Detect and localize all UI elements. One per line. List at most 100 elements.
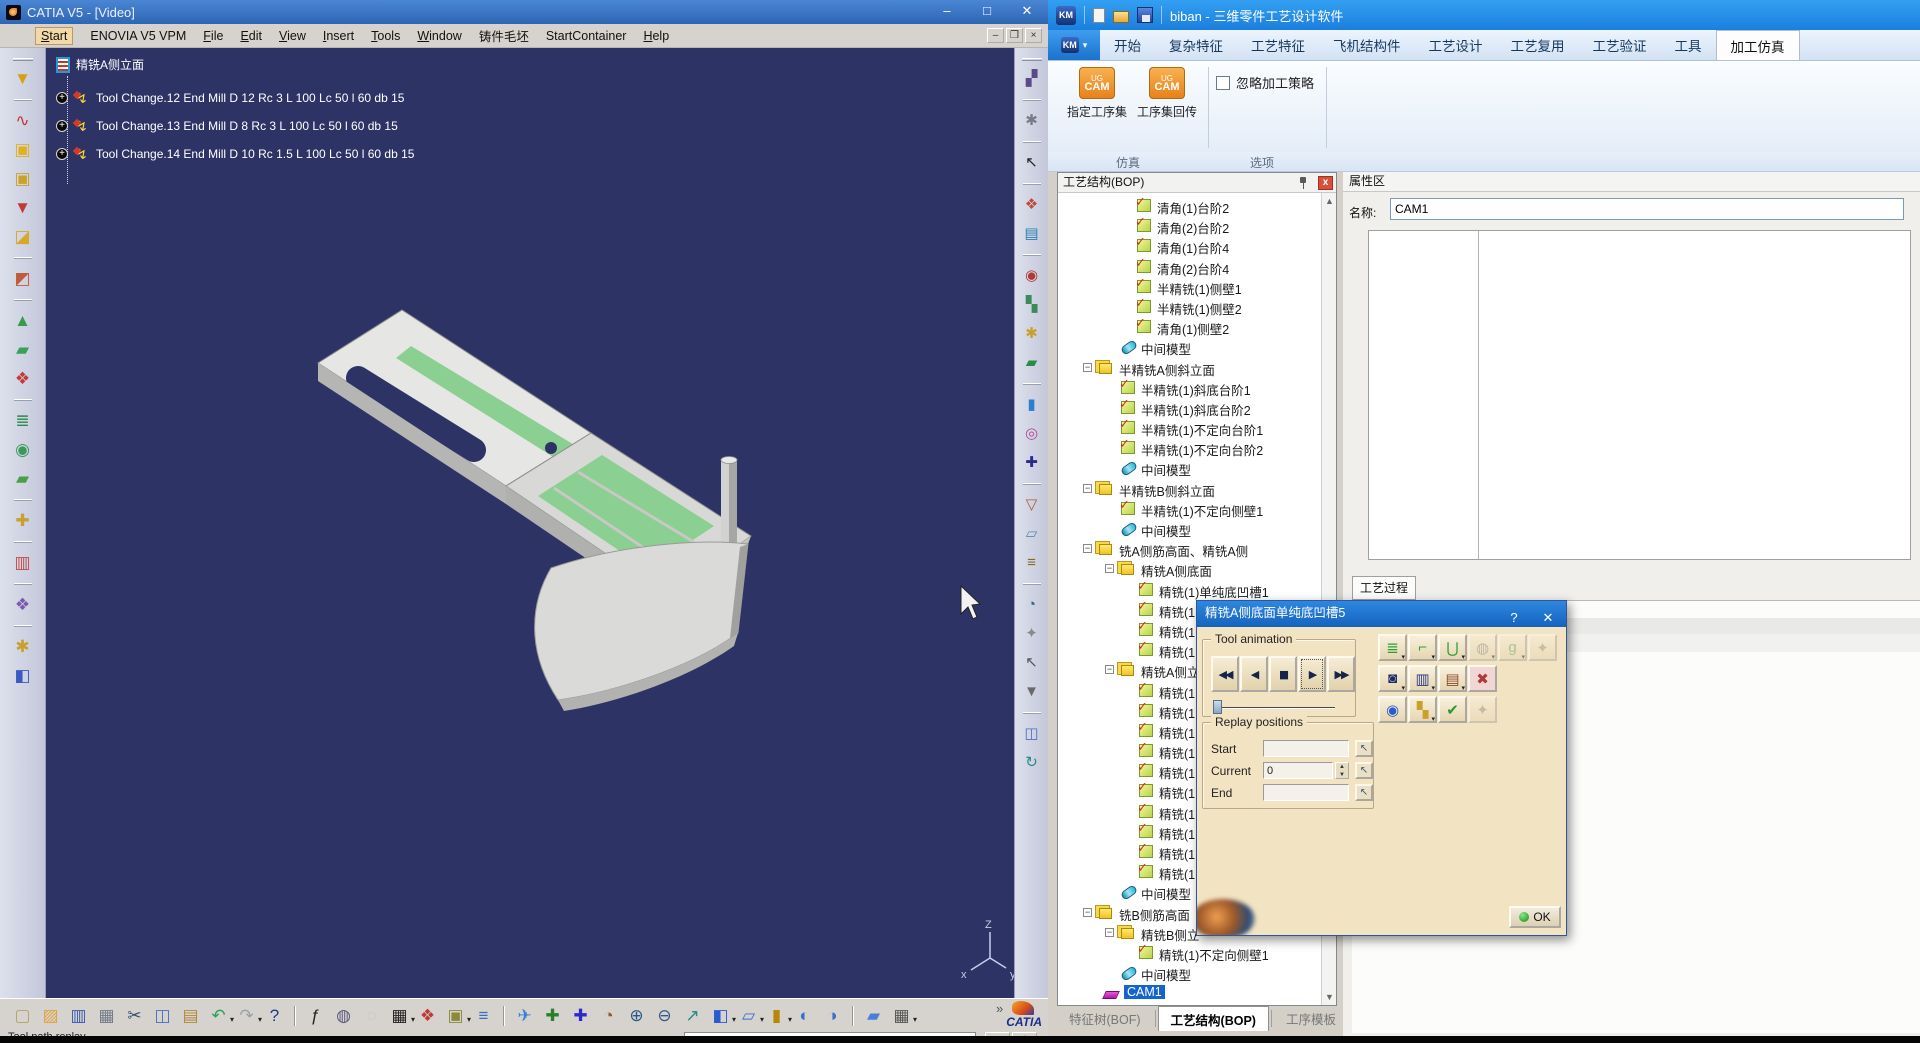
spindle-icon[interactable]: ▮ <box>1021 394 1043 416</box>
animation-slider[interactable] <box>1213 700 1335 714</box>
tool-change-item[interactable]: +↯Tool Change.14 End Mill D 10 Rc 1.5 L … <box>56 146 414 162</box>
axis-system-icon[interactable]: ✚ <box>1021 452 1043 474</box>
display-toolpath-icon[interactable]: ≣▾ <box>1378 634 1407 661</box>
tree-item[interactable]: CAM1 <box>1058 983 1321 1003</box>
magnet-icon[interactable]: ▽ <box>1021 494 1043 516</box>
app-menu-button[interactable]: KM▾ <box>1048 30 1100 60</box>
tree-item[interactable]: 中间模型 <box>1058 519 1321 539</box>
update-icon[interactable]: ↻ <box>1021 752 1043 774</box>
open-file-icon[interactable] <box>1113 11 1129 23</box>
machine-simulation-icon[interactable]: ▞ <box>1021 68 1043 90</box>
pan-icon[interactable]: ✚ <box>568 1004 593 1028</box>
menu-file[interactable]: File <box>203 29 223 43</box>
material-blocks-icon[interactable]: ▚▾ <box>1408 696 1437 723</box>
removed-material-icon[interactable]: ◍▾ <box>1468 634 1497 661</box>
tool-change-item[interactable]: +↯Tool Change.12 End Mill D 12 Rc 3 L 10… <box>56 90 404 106</box>
rewind-button[interactable]: ◀◀ <box>1211 656 1239 692</box>
name-input[interactable] <box>1390 198 1904 220</box>
view-tab-2[interactable]: 工艺结构(BOP) <box>1158 1006 1269 1031</box>
forward-button[interactable]: ▶▶ <box>1327 656 1355 692</box>
ribbon-tab-开始[interactable]: 开始 <box>1100 30 1155 60</box>
help-cursor-icon[interactable]: ? <box>262 1004 287 1028</box>
paste-icon[interactable]: ▤ <box>178 1004 203 1028</box>
formula-icon[interactable]: ƒ <box>303 1004 328 1028</box>
scroll-down-icon[interactable]: ▼ <box>1325 992 1334 1002</box>
current-spinner[interactable]: ▲▼ <box>1335 762 1349 779</box>
spiral-milling-icon[interactable]: ◉ <box>11 439 35 461</box>
menu-window[interactable]: Window <box>417 29 461 43</box>
copy-icon[interactable]: ◫ <box>150 1004 175 1028</box>
checkbox-box[interactable] <box>1216 76 1230 90</box>
ribbon-tab-工艺设计[interactable]: 工艺设计 <box>1415 30 1497 60</box>
mdi-restore[interactable]: ❒ <box>1006 28 1023 43</box>
sweep-blue-icon[interactable]: ◧ <box>11 665 35 687</box>
assign-opset-button[interactable]: UG CAM 指定工序集 <box>1064 67 1130 120</box>
collapse-icon[interactable]: − <box>1083 544 1092 553</box>
dialog-help-button[interactable]: ? <box>1506 605 1522 630</box>
tap-drilling-icon[interactable]: ▼ <box>11 68 35 90</box>
save-video-icon[interactable]: ▥▾ <box>1408 665 1437 692</box>
machining-pattern-icon[interactable]: ❖ <box>11 594 35 616</box>
mdi-minimize[interactable]: – <box>987 28 1004 43</box>
tree-item[interactable]: 半精铣(1)侧壁2 <box>1058 297 1321 317</box>
process-tab[interactable]: 工艺过程 <box>1352 576 1416 600</box>
save-icon[interactable]: ▥ <box>66 1004 91 1028</box>
multilevel-icon[interactable]: ≣ <box>11 410 35 432</box>
tree-item[interactable]: 半精铣(1)斜底台阶2 <box>1058 398 1321 418</box>
parameters-icon[interactable]: ≡ <box>471 1004 496 1028</box>
compass-icon[interactable]: ◔ <box>1021 594 1043 616</box>
close-button[interactable]: ✕ <box>1014 3 1040 19</box>
open-icon[interactable]: ▨ <box>38 1004 63 1028</box>
ok-button[interactable]: OK <box>1509 906 1561 928</box>
plunge-milling-icon[interactable]: ▼ <box>11 197 35 219</box>
collapse-icon[interactable]: − <box>1083 908 1092 917</box>
report-icon[interactable]: ▤▾ <box>1438 665 1467 692</box>
snapshot-icon[interactable]: ◉ <box>1378 696 1407 723</box>
normal-view-icon[interactable]: ↗ <box>680 1004 705 1028</box>
process-library-icon[interactable]: ▰ <box>1021 352 1043 374</box>
minimize-button[interactable]: – <box>934 3 960 19</box>
tree-item[interactable]: 清角(1)侧壁2 <box>1058 317 1321 337</box>
plot-point-icon[interactable]: ⌐▾ <box>1408 634 1437 661</box>
play-button[interactable]: ▶ <box>1298 656 1326 692</box>
ribbon-tab-工具[interactable]: 工具 <box>1661 30 1716 60</box>
isoparametric-icon[interactable]: ▰ <box>11 468 35 490</box>
rotate-icon[interactable]: ◔ <box>596 1004 621 1028</box>
machine-setup-icon[interactable]: ❖ <box>1021 194 1043 216</box>
lock-icon[interactable]: ▣ <box>443 1004 468 1028</box>
constraint-icon[interactable]: ◫ <box>1021 723 1043 745</box>
sweep-rough-icon[interactable]: ◩ <box>11 268 35 290</box>
stock-layers-icon[interactable]: ▚ <box>1021 294 1043 316</box>
annotation-icon[interactable]: ◍ <box>331 1004 356 1028</box>
ribbon-tab-加工仿真[interactable]: 加工仿真 <box>1716 30 1800 60</box>
tree-item[interactable]: 清角(2)台阶2 <box>1058 216 1321 236</box>
tool-change-icon[interactable]: ✚ <box>11 510 35 532</box>
current-picker-icon[interactable]: ↖ <box>1355 762 1373 779</box>
zoom-in-icon[interactable]: ⊕ <box>624 1004 649 1028</box>
menu-enovia-v5-vpm[interactable]: ENOVIA V5 VPM <box>90 29 186 43</box>
collapse-icon[interactable]: − <box>1083 484 1092 493</box>
ribbon-tab-复杂特征[interactable]: 复杂特征 <box>1155 30 1237 60</box>
select-cursor-icon[interactable]: ↖ <box>1021 152 1043 174</box>
nc-output-icon[interactable]: ◉ <box>1021 265 1043 287</box>
redo-icon[interactable]: ↷ <box>234 1004 259 1028</box>
thread-milling-icon[interactable]: ✱ <box>11 636 35 658</box>
tree-item[interactable]: 清角(1)台阶2 <box>1058 196 1321 216</box>
toolpath-segments-icon[interactable]: ⋃▾ <box>1438 634 1467 661</box>
render-style-icon[interactable]: ◐ <box>792 1004 817 1028</box>
verify-icon[interactable]: ✔ <box>1438 696 1467 723</box>
maximize-button[interactable]: □ <box>974 3 1000 19</box>
collapse-icon[interactable]: − <box>1105 928 1114 937</box>
start-field[interactable] <box>1263 740 1349 757</box>
ribbon-tab-工艺特征[interactable]: 工艺特征 <box>1237 30 1319 60</box>
tool-catalog-icon[interactable]: ✱ <box>1021 323 1043 345</box>
tree-item[interactable]: −精铣A侧底面 <box>1058 559 1321 579</box>
tree-item[interactable]: 精铣(1)不定向侧壁1 <box>1058 943 1321 963</box>
toolbar-grip[interactable] <box>1022 58 1042 61</box>
step-back-button[interactable]: ◀ <box>1240 656 1268 692</box>
collapse-icon[interactable]: − <box>1083 363 1092 372</box>
catalog-browser-icon[interactable]: ▰ <box>861 1004 886 1028</box>
undo-icon[interactable]: ↶ <box>206 1004 231 1028</box>
pocketing-icon[interactable]: ▣ <box>11 139 35 161</box>
menu-edit[interactable]: Edit <box>240 29 262 43</box>
